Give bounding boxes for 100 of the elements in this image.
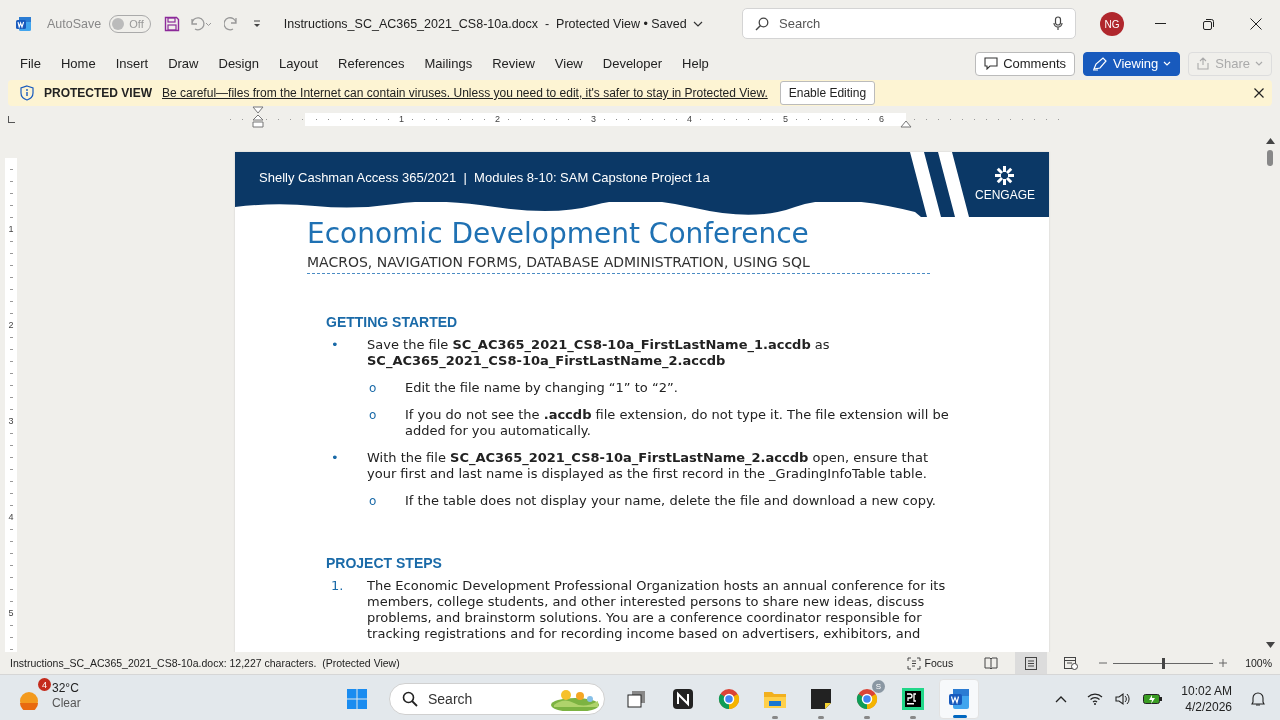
avatar[interactable]: NG [1100, 12, 1124, 36]
zoom-in-icon[interactable] [1219, 659, 1228, 667]
ruler-number: 5 [8, 608, 14, 618]
protected-view-label: PROTECTED VIEW [44, 86, 152, 100]
browser-icon [856, 688, 878, 710]
code-editor-icon [902, 688, 924, 710]
web-page-icon [1064, 656, 1079, 670]
document-title: Economic Development Conference [307, 217, 810, 251]
profile-badge: S [872, 680, 885, 693]
banner-text: Shelly Cashman Access 365/2021 | Modules 8-10: SAM Capstone Project 1a [259, 170, 710, 185]
focus-button[interactable]: Focus [906, 656, 954, 670]
browser-icon [718, 688, 740, 710]
ruler-number: 2 [8, 320, 14, 330]
ruler-number: 1 [399, 114, 404, 125]
folder-icon [763, 689, 787, 709]
wifi-icon[interactable] [1087, 693, 1104, 705]
ribbon-tab[interactable]: File [10, 50, 51, 77]
speaker-icon[interactable] [1115, 692, 1132, 706]
list-item-text: With the file SC_AC365_2021_CS8-10a_FirstLastName_2.accdb open, ensure that your first and last name is displayed as the first record in the _GradingInfoTable table. [367, 450, 929, 482]
weather-condition: Clear [52, 696, 81, 711]
ribbon-tab[interactable]: Mailings [414, 50, 483, 77]
ribbon-tab[interactable]: Insert [105, 50, 159, 77]
caret-icon [1163, 60, 1172, 67]
search-highlight-icon [550, 687, 600, 711]
ribbon-tab[interactable]: Review [482, 50, 545, 77]
notification-bell-icon[interactable] [1250, 691, 1266, 707]
section-heading: GETTING STARTED [326, 314, 459, 330]
ruler-number: 5 [783, 114, 788, 125]
notification-badge: 4 [38, 678, 51, 691]
ribbon-tab[interactable]: Design [208, 50, 269, 77]
clock-date[interactable]: 4/2/2026 [1185, 699, 1232, 715]
brand-name: CENGAGE [975, 188, 1035, 202]
sub-bullet-text: Edit the file name by changing “1” to “2”. [405, 380, 679, 396]
ruler-number: 6 [879, 114, 884, 125]
share-icon [1197, 57, 1211, 70]
notebook-icon [672, 688, 694, 710]
comment-icon [984, 57, 999, 70]
status-text: Instructions_SC_AC365_2021_CS8-10a.docx: 12,227 characters. (Protected View) [10, 657, 401, 669]
sub-bullet-text: If you do not see the .accdb file extension, do not type it. The file extension will be added for you automatically. [405, 407, 950, 439]
save-icon[interactable] [163, 16, 180, 32]
battery-charging-icon[interactable] [1143, 693, 1164, 705]
scrollbar-thumb[interactable] [1267, 150, 1273, 166]
taskbar-app[interactable] [939, 679, 979, 719]
search-field[interactable]: Search [742, 8, 1076, 39]
viewing-button[interactable]: Viewing [1083, 51, 1181, 76]
temperature: 32°C [52, 681, 80, 696]
word-icon [948, 688, 970, 710]
caret-icon [1255, 60, 1263, 67]
search-icon [755, 16, 769, 31]
close-icon[interactable] [1250, 18, 1262, 30]
tab-stop-icon[interactable] [8, 116, 15, 123]
clock-time[interactable]: 10:02 AM [1181, 683, 1232, 699]
ribbon-tab[interactable]: Home [50, 50, 106, 77]
autosave-label: AutoSave [47, 17, 102, 31]
ribbon-tab[interactable]: Layout [268, 50, 328, 77]
taskbar-search-field[interactable]: Search [389, 683, 605, 715]
ruler-number: 3 [591, 114, 596, 125]
search-icon [402, 691, 418, 707]
restore-icon[interactable] [1202, 18, 1214, 30]
pen-icon [1092, 56, 1108, 71]
windows-logo-icon [346, 688, 368, 710]
list-item-text: Save the file SC_AC365_2021_CS8-10a_FirstLastName_1.accdb as SC_AC365_2021_CS8-10a_FirstLastName_2.accdb [367, 337, 831, 369]
section-heading: PROJECT STEPS [326, 555, 443, 571]
list-marker: o [368, 493, 378, 509]
enable-editing-button[interactable]: Enable Editing [779, 81, 876, 105]
zoom-level[interactable]: 100% [1245, 657, 1272, 669]
logo-icon [995, 166, 1015, 185]
window-stack-icon [627, 690, 647, 708]
comments-button[interactable]: Comments [975, 51, 1075, 76]
list-marker: 1. [330, 578, 345, 595]
customize-caret-icon[interactable] [251, 19, 262, 29]
list-marker: o [368, 407, 378, 424]
chevron-up-icon[interactable] [1055, 695, 1068, 703]
minimize-icon[interactable] [1154, 23, 1166, 25]
warning-link[interactable]: Be careful—files from the Internet can contain viruses. Unless you need to edit, it's safer to stay in Protected View. [162, 86, 768, 100]
weather-icon[interactable] [20, 692, 38, 710]
indent-marker-icon[interactable] [252, 106, 264, 128]
focus-icon [906, 656, 921, 670]
list-marker: o [368, 380, 378, 396]
ribbon-tab[interactable]: Draw [158, 50, 209, 77]
close-icon[interactable] [1254, 88, 1264, 98]
page-icon [1025, 656, 1038, 670]
ribbon-tab[interactable]: References [328, 50, 415, 77]
document-title[interactable]: Instructions_SC_AC365_2021_CS8-10a.docx - Protected View • Saved [283, 17, 703, 31]
sticky-note-icon [810, 688, 832, 710]
ribbon-tab[interactable]: View [544, 50, 593, 77]
ruler-number: 1 [8, 224, 14, 234]
list-item-text: The Economic Development Professional Organization hosts an annual conference for its members, college students, and other interested persons to share new ideas, discuss problems, and brainstorm solutions. You are a conference coordinator responsible for tracking registrations and for recording income based on advertisers, exhibitors, and [367, 578, 947, 642]
chevron-down-icon [692, 20, 703, 28]
microphone-icon[interactable] [1053, 16, 1063, 31]
scroll-down-icon[interactable] [1266, 642, 1275, 648]
scroll-up-icon[interactable] [1266, 138, 1275, 144]
ruler-number: 2 [495, 114, 500, 125]
ruler-number: 4 [8, 512, 14, 522]
ribbon-tab[interactable]: Help [672, 50, 719, 77]
ruler-number: 4 [687, 114, 692, 125]
shield-info-icon [20, 85, 34, 101]
ribbon-tab[interactable]: Developer [592, 50, 673, 77]
sub-bullet-text: If the table does not display your name, delete the file and download a new copy. [405, 493, 937, 509]
print-view-button[interactable] [1015, 652, 1048, 674]
